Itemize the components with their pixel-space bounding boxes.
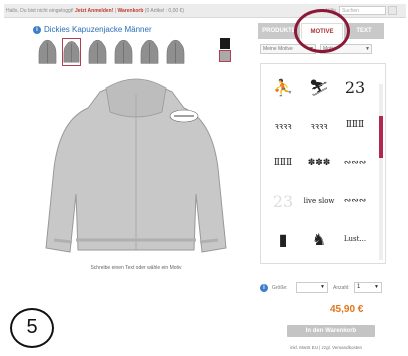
motive-panel: ⛹ ⛷ 23 ꝛꝛꝛꝛ ꝛꝛꝛꝛ ⅡⅡⅡ ⅡⅡⅡ ✽✽✽ ∾∾∾ 23 live slow ∾∾∾ ▮ ♞… [260, 63, 386, 264]
motif-item-figure[interactable]: ⛹ [267, 72, 299, 102]
step-marker: 5 [10, 308, 54, 348]
motif-glyph: ⛷ [308, 77, 330, 97]
search-input[interactable]: Suchen [339, 6, 386, 15]
motif-glyph: ⅡⅡⅡ [273, 158, 293, 168]
login-link[interactable]: Jetzt Anmelden! [75, 8, 113, 14]
motif-glyph: 23 [272, 191, 294, 211]
motif-glyph: ꝛꝛꝛꝛ [310, 121, 328, 132]
motif-glyph: ∾∾∾ [343, 158, 367, 168]
motif-item-ornament[interactable]: ✽✽✽ [303, 148, 335, 178]
motif-item-script[interactable]: ꝛꝛꝛꝛ [303, 110, 335, 140]
motif-item-number[interactable]: 23 [339, 72, 371, 102]
motif-item-script[interactable]: ∾∾∾ [339, 186, 371, 216]
category-value: Meine Motive [263, 46, 293, 52]
greeting-text: Hallo, Du bist nicht eingeloggt! [6, 8, 74, 14]
motif-glyph: 23 [344, 77, 366, 97]
motif-glyph: live slow [303, 197, 335, 205]
motif-item-text[interactable]: live slow [303, 186, 335, 216]
motif-glyph: ∾∾∾ [343, 196, 367, 206]
color-swatch-grey[interactable] [219, 50, 231, 62]
view-thumbnail-back[interactable] [88, 38, 107, 66]
info-icon[interactable]: i [260, 284, 268, 292]
design-canvas[interactable] [36, 72, 236, 260]
chevron-down-icon: ▼ [320, 284, 325, 290]
canvas-caption: Schreibe einen Text oder wähle ein Motiv [90, 265, 182, 271]
size-select[interactable]: ▼ [296, 282, 328, 293]
highlight-circle [294, 9, 350, 53]
product-title: Dickies Kapuzenjacke Männer [44, 25, 152, 34]
quantity-label: Anzahl: [333, 285, 350, 291]
chevron-down-icon: ▼ [365, 46, 370, 52]
motif-glyph: ♞ [311, 229, 327, 249]
top-bar: Hallo, Du bist nicht eingeloggt! Jetzt A… [4, 4, 406, 18]
motif-item-script[interactable]: ∾∾∾ [339, 148, 371, 178]
color-swatch-black[interactable] [220, 38, 230, 49]
motif-item-script[interactable]: ꝛꝛꝛꝛ [267, 110, 299, 140]
motive-scrollbar[interactable] [379, 84, 383, 260]
tab-text[interactable]: TEXT [344, 23, 384, 39]
chevron-down-icon: ▼ [374, 284, 379, 290]
scrollbar-thumb[interactable] [379, 116, 383, 158]
motif-item-script[interactable]: ⅡⅡⅡ [267, 148, 299, 178]
motif-glyph: Lust... [343, 235, 367, 243]
motif-glyph: ꝛꝛꝛꝛ [274, 121, 292, 132]
color-swatches [219, 38, 231, 64]
view-thumbnail-right[interactable] [140, 38, 159, 66]
motif-glyph: ⛹ [273, 77, 293, 97]
search-button[interactable] [388, 6, 397, 15]
view-thumbnail-sleeve[interactable] [166, 38, 185, 66]
size-label: Größe: [272, 285, 288, 291]
view-thumbnail-left[interactable] [114, 38, 133, 66]
motif-item-number-outline[interactable]: 23 [267, 186, 299, 216]
view-thumbnail-front-selected[interactable] [62, 38, 81, 66]
quantity-select[interactable]: 1 ▼ [354, 282, 382, 293]
hoodie-image [45, 78, 227, 253]
motif-item-text[interactable]: Lust... [339, 224, 371, 254]
view-thumbnail-front[interactable] [38, 38, 57, 66]
price: 45,90 € [330, 304, 364, 315]
order-options: i Größe: ▼ Anzahl: 1 ▼ [256, 282, 386, 296]
motif-item-figure[interactable]: ⛷ [303, 72, 335, 102]
cart-info: (0 Artikel : 0,00 €) [144, 8, 184, 14]
cart-link[interactable]: Warenkorb [117, 8, 143, 14]
motif-item-script[interactable]: ⅡⅡⅡ [339, 110, 371, 140]
add-to-cart-button[interactable]: In den Warenkorb [287, 325, 375, 337]
motif-glyph: ✽✽✽ [307, 158, 331, 168]
motif-item-figure[interactable]: ♞ [303, 224, 335, 254]
motif-glyph: ⅡⅡⅡ [345, 120, 365, 130]
quantity-value: 1 [357, 284, 361, 290]
info-icon[interactable]: i [33, 26, 41, 34]
motif-item-figure[interactable]: ▮ [267, 224, 299, 254]
login-status: Hallo, Du bist nicht eingeloggt! Jetzt A… [6, 8, 184, 14]
price-footnote: inkl. MwSt EU | zzgl. Versandkosten [290, 345, 362, 350]
motif-glyph: ▮ [278, 229, 288, 249]
